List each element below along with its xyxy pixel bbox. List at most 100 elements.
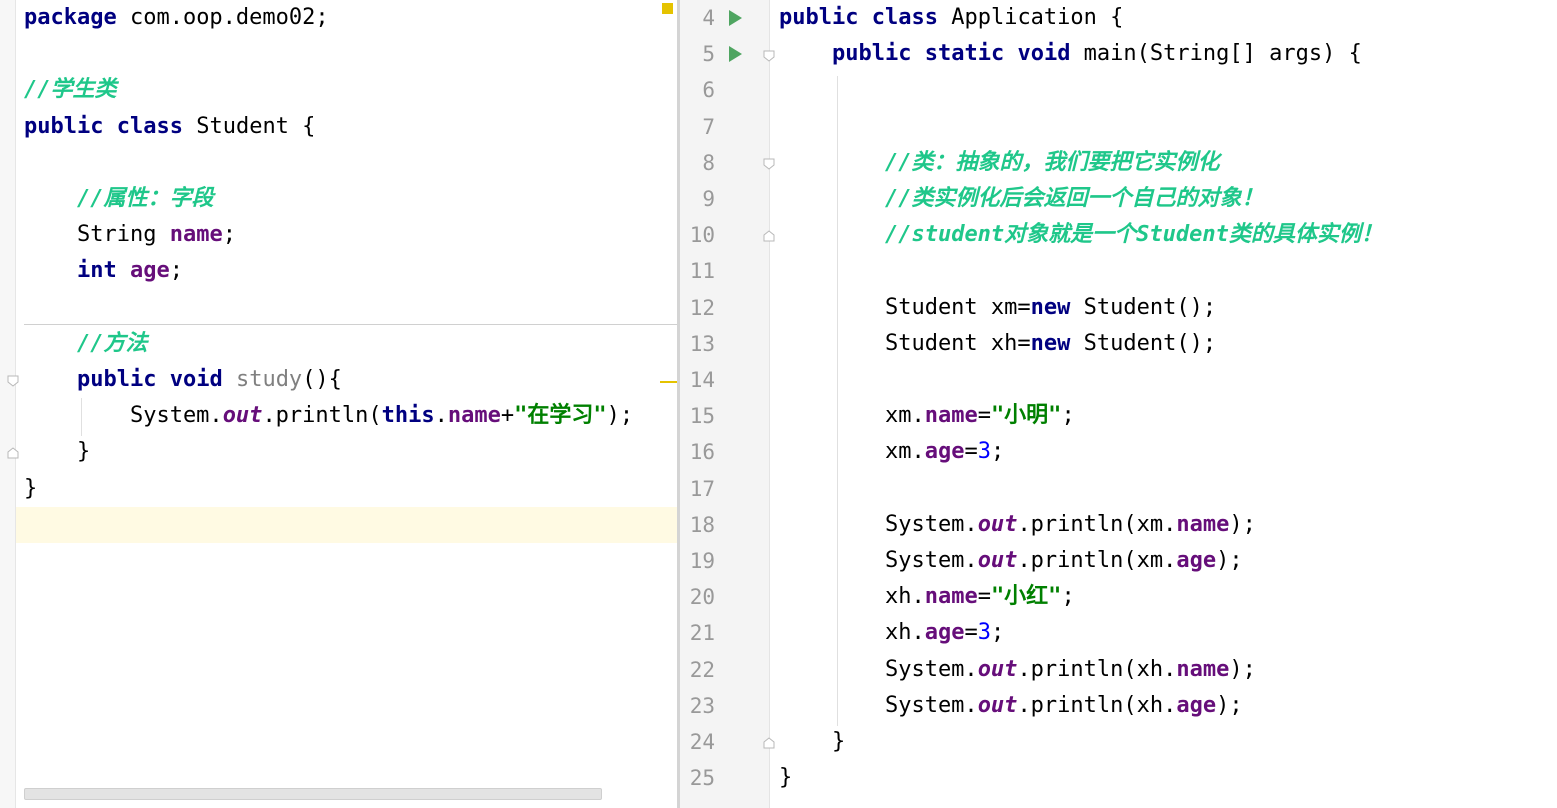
code-line[interactable]: public void study(){	[24, 362, 342, 398]
line-number[interactable]: 15	[685, 398, 715, 434]
code-token: name	[924, 584, 978, 610]
line-number[interactable]: 12	[685, 290, 715, 326]
code-line[interactable]: //方法	[24, 326, 148, 362]
code-token: +	[500, 403, 515, 429]
code-line[interactable]: xh.age=3;	[779, 615, 1004, 651]
code-line[interactable]: //类实例化后会返回一个自己的对象！	[779, 181, 1264, 217]
code-line[interactable]: System.out.println(xh.name);	[779, 652, 1256, 688]
code-token: xm.	[779, 439, 925, 465]
line-number[interactable]: 11	[685, 253, 715, 289]
line-number[interactable]: 10	[685, 217, 715, 253]
line-number[interactable]: 13	[685, 326, 715, 362]
line-number[interactable]: 23	[685, 688, 715, 724]
code-token: System.	[779, 548, 978, 573]
code-line[interactable]: xh.name="小红";	[779, 579, 1075, 615]
line-number[interactable]: 18	[685, 507, 715, 543]
code-token: Student xm=	[779, 294, 1031, 320]
code-token: (){	[302, 367, 342, 392]
line-number[interactable]: 16	[685, 434, 715, 470]
code-line[interactable]: public class Application {	[779, 0, 1123, 36]
code-line[interactable]: }	[24, 471, 37, 507]
code-token: Student xh=	[779, 330, 1031, 356]
code-line[interactable]: Student xm=new Student();	[779, 290, 1216, 326]
code-token: .println(xm.	[1017, 511, 1177, 537]
line-number[interactable]: 22	[685, 652, 715, 688]
warning-marker[interactable]	[662, 3, 673, 14]
code-line[interactable]: }	[779, 760, 792, 796]
code-token: System.	[24, 403, 223, 429]
run-arrow-icon[interactable]	[729, 46, 742, 62]
code-line[interactable]: }	[24, 434, 90, 470]
line-number[interactable]: 25	[685, 760, 715, 796]
code-token: name	[1176, 511, 1230, 537]
fold-marker-icon[interactable]	[7, 375, 19, 387]
code-line[interactable]: xm.name="小明";	[779, 398, 1075, 434]
student-editor-pane[interactable]: package com.oop.demo02; //学生类 public class…	[0, 0, 677, 808]
warning-stripe[interactable]	[660, 381, 677, 383]
code-token: Application {	[937, 5, 1124, 30]
code-line[interactable]: }	[779, 724, 845, 760]
code-line[interactable]: System.out.println(xm.age);	[779, 543, 1243, 579]
line-number[interactable]: 19	[685, 543, 715, 579]
line-number[interactable]: 14	[685, 362, 715, 398]
code-line[interactable]: public static void main(String[] args) {	[779, 36, 1362, 72]
code-token: =	[964, 620, 978, 646]
code-token: age	[1176, 548, 1217, 573]
code-line[interactable]: int age;	[24, 253, 183, 289]
line-number[interactable]: 24	[685, 724, 715, 760]
line-number[interactable]: 7	[685, 109, 715, 145]
line-number[interactable]: 5	[685, 36, 715, 72]
line-number[interactable]: 21	[685, 615, 715, 651]
code-token: void	[1017, 41, 1071, 67]
code-token: Student();	[1070, 330, 1217, 356]
fold-end-icon[interactable]	[763, 230, 775, 242]
code-token: System.	[779, 511, 978, 537]
fold-marker-icon[interactable]	[763, 158, 775, 170]
code-token: ;	[222, 222, 236, 248]
code-line[interactable]: //类：抽象的，我们要把它实例化	[779, 145, 1220, 181]
code-token: main(String[] args) {	[1070, 41, 1362, 67]
line-number[interactable]: 4	[685, 0, 715, 36]
code-token: new	[1030, 294, 1071, 320]
application-editor-pane[interactable]: 4 5 6 7 8 9 10 11 12 13 14 15 16 17 18 19 20 21 22 23 24 25 p…	[680, 0, 1557, 808]
code-token: age	[924, 439, 965, 465]
code-token: Student {	[182, 113, 316, 139]
left-gutter[interactable]	[0, 0, 16, 808]
code-token: //student对象就是一个Student类的具体实例！	[884, 222, 1383, 248]
code-line[interactable]: System.out.println(this.name+"在学习");	[24, 398, 633, 434]
code-line[interactable]: System.out.println(xh.age);	[779, 688, 1243, 724]
fold-end-icon[interactable]	[763, 737, 775, 749]
code-line[interactable]: public class Student {	[24, 109, 315, 145]
code-token: ;	[990, 620, 1005, 646]
code-line[interactable]: //student对象就是一个Student类的具体实例！	[779, 217, 1383, 253]
line-number[interactable]: 20	[685, 579, 715, 615]
code-token: ;	[169, 258, 183, 284]
code-line[interactable]: String name;	[24, 217, 236, 253]
code-line[interactable]: //属性：字段	[24, 181, 214, 217]
code-token: out	[977, 692, 1018, 718]
run-arrow-icon[interactable]	[729, 10, 742, 26]
code-line[interactable]: System.out.println(xm.name);	[779, 507, 1256, 543]
code-line[interactable]: package com.oop.demo02;	[24, 0, 329, 36]
fold-marker-icon[interactable]	[763, 50, 775, 62]
line-number[interactable]: 17	[685, 471, 715, 507]
fold-end-icon[interactable]	[7, 447, 19, 459]
horizontal-scrollbar[interactable]	[24, 788, 602, 800]
line-number[interactable]: 6	[685, 72, 715, 108]
code-token: xm.	[779, 403, 925, 429]
line-number[interactable]: 8	[685, 145, 715, 181]
line-number[interactable]: 9	[685, 181, 715, 217]
code-line[interactable]: xm.age=3;	[779, 434, 1004, 470]
code-token: }	[24, 475, 38, 501]
code-token: age	[1176, 692, 1217, 718]
code-line[interactable]: //学生类	[24, 72, 117, 108]
code-token: class	[116, 113, 183, 139]
code-line[interactable]: Student xh=new Student();	[779, 326, 1216, 362]
